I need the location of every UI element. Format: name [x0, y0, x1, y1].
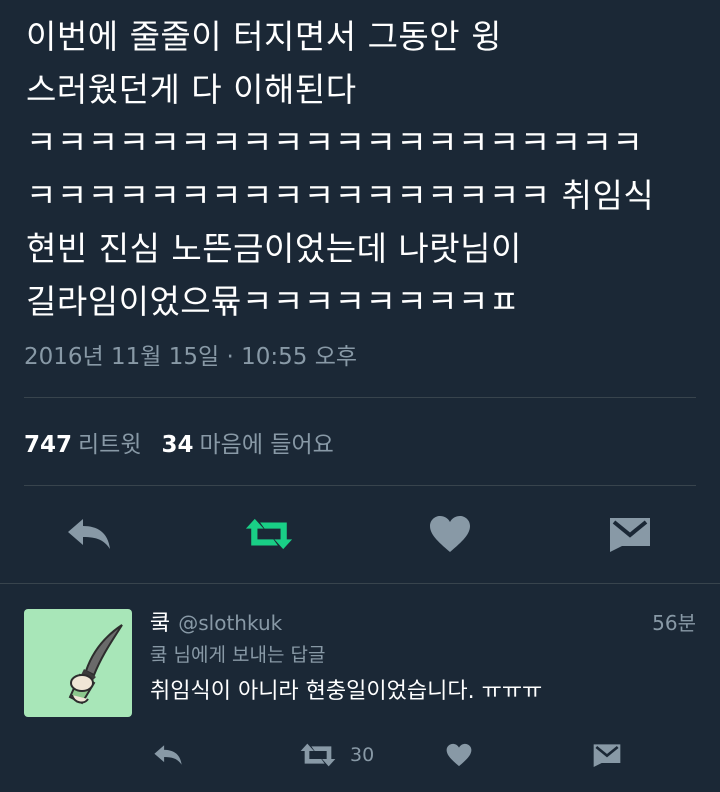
- envelope-icon: [610, 518, 650, 552]
- tweet-text-line: ㅋㅋㅋㅋㅋㅋㅋㅋㅋㅋㅋㅋㅋㅋㅋㅋㅋㅋㅋㅋ: [26, 123, 644, 162]
- retweet-count[interactable]: 747: [24, 432, 72, 458]
- divider: [0, 583, 720, 584]
- reply-author[interactable]: 쿸 @slothkuk: [150, 605, 282, 637]
- reply-text: 취임식이 아니라 현충일이었습니다. ㅠㅠㅠ: [150, 679, 543, 704]
- reply-action-bar: 30: [0, 735, 720, 775]
- avatar[interactable]: [24, 609, 132, 717]
- retweet-button[interactable]: [245, 510, 293, 558]
- reply-author-handle[interactable]: @slothkuk: [178, 611, 282, 635]
- reply-reply-button[interactable]: [153, 735, 183, 775]
- reply-button[interactable]: [65, 510, 113, 558]
- reply-like-button[interactable]: [446, 735, 472, 775]
- heart-icon: [430, 516, 470, 552]
- retweet-icon: [245, 518, 293, 550]
- reply-tweet[interactable]: 쿸 @slothkuk 56분 쿸 님에게 보내는 답글 취임식이 아니라 현충일…: [0, 585, 720, 792]
- tweet-text-line: 길라임이었으뮦ㅋㅋㅋㅋㅋㅋㅋㅋㅍ: [26, 282, 520, 321]
- knife-icon: [68, 624, 123, 705]
- reply-retweet-button[interactable]: 30: [300, 735, 374, 775]
- tweet-text-line: 이번에 줄줄이 터지면서 그동안 윙: [26, 17, 502, 56]
- tweet-timestamp[interactable]: 2016년 11월 15일 · 10:55 오후: [24, 337, 357, 371]
- tweet-action-bar: [0, 510, 720, 562]
- reply-icon: [154, 745, 182, 765]
- reply-icon: [68, 519, 110, 549]
- like-label[interactable]: 마음에 들어요: [200, 432, 334, 458]
- retweet-icon: [300, 743, 336, 767]
- reply-dm-button[interactable]: [592, 735, 622, 775]
- envelope-icon: [593, 744, 621, 767]
- tweet-text-line: 현빈 진심 노뜬금이었는데 나랏님이: [26, 229, 522, 268]
- tweet-stats: 747 리트윗 34 마음에 들어요: [24, 425, 354, 459]
- like-button[interactable]: [426, 510, 474, 558]
- dm-button[interactable]: [606, 510, 654, 558]
- tweet-body: 이번에 줄줄이 터지면서 그동안 윙 스러웠던게 다 이해된다 ㅋㅋㅋㅋㅋㅋㅋㅋ…: [26, 10, 706, 328]
- retweet-label[interactable]: 리트윗: [78, 432, 141, 458]
- tweet-text-line: ㅋㅋㅋㅋㅋㅋㅋㅋㅋㅋㅋㅋㅋㅋㅋㅋㅋ 취임식: [26, 176, 655, 215]
- heart-icon: [446, 743, 472, 767]
- tweet-text-line: 스러웠던게 다 이해된다: [26, 70, 357, 109]
- reply-retweet-count: 30: [350, 744, 375, 766]
- reply-author-name[interactable]: 쿸: [150, 611, 170, 636]
- divider: [24, 485, 696, 486]
- replying-to[interactable]: 쿸 님에게 보내는 답글: [150, 640, 325, 667]
- reply-time: 56분: [652, 611, 696, 635]
- divider: [24, 397, 696, 398]
- like-count[interactable]: 34: [162, 432, 194, 458]
